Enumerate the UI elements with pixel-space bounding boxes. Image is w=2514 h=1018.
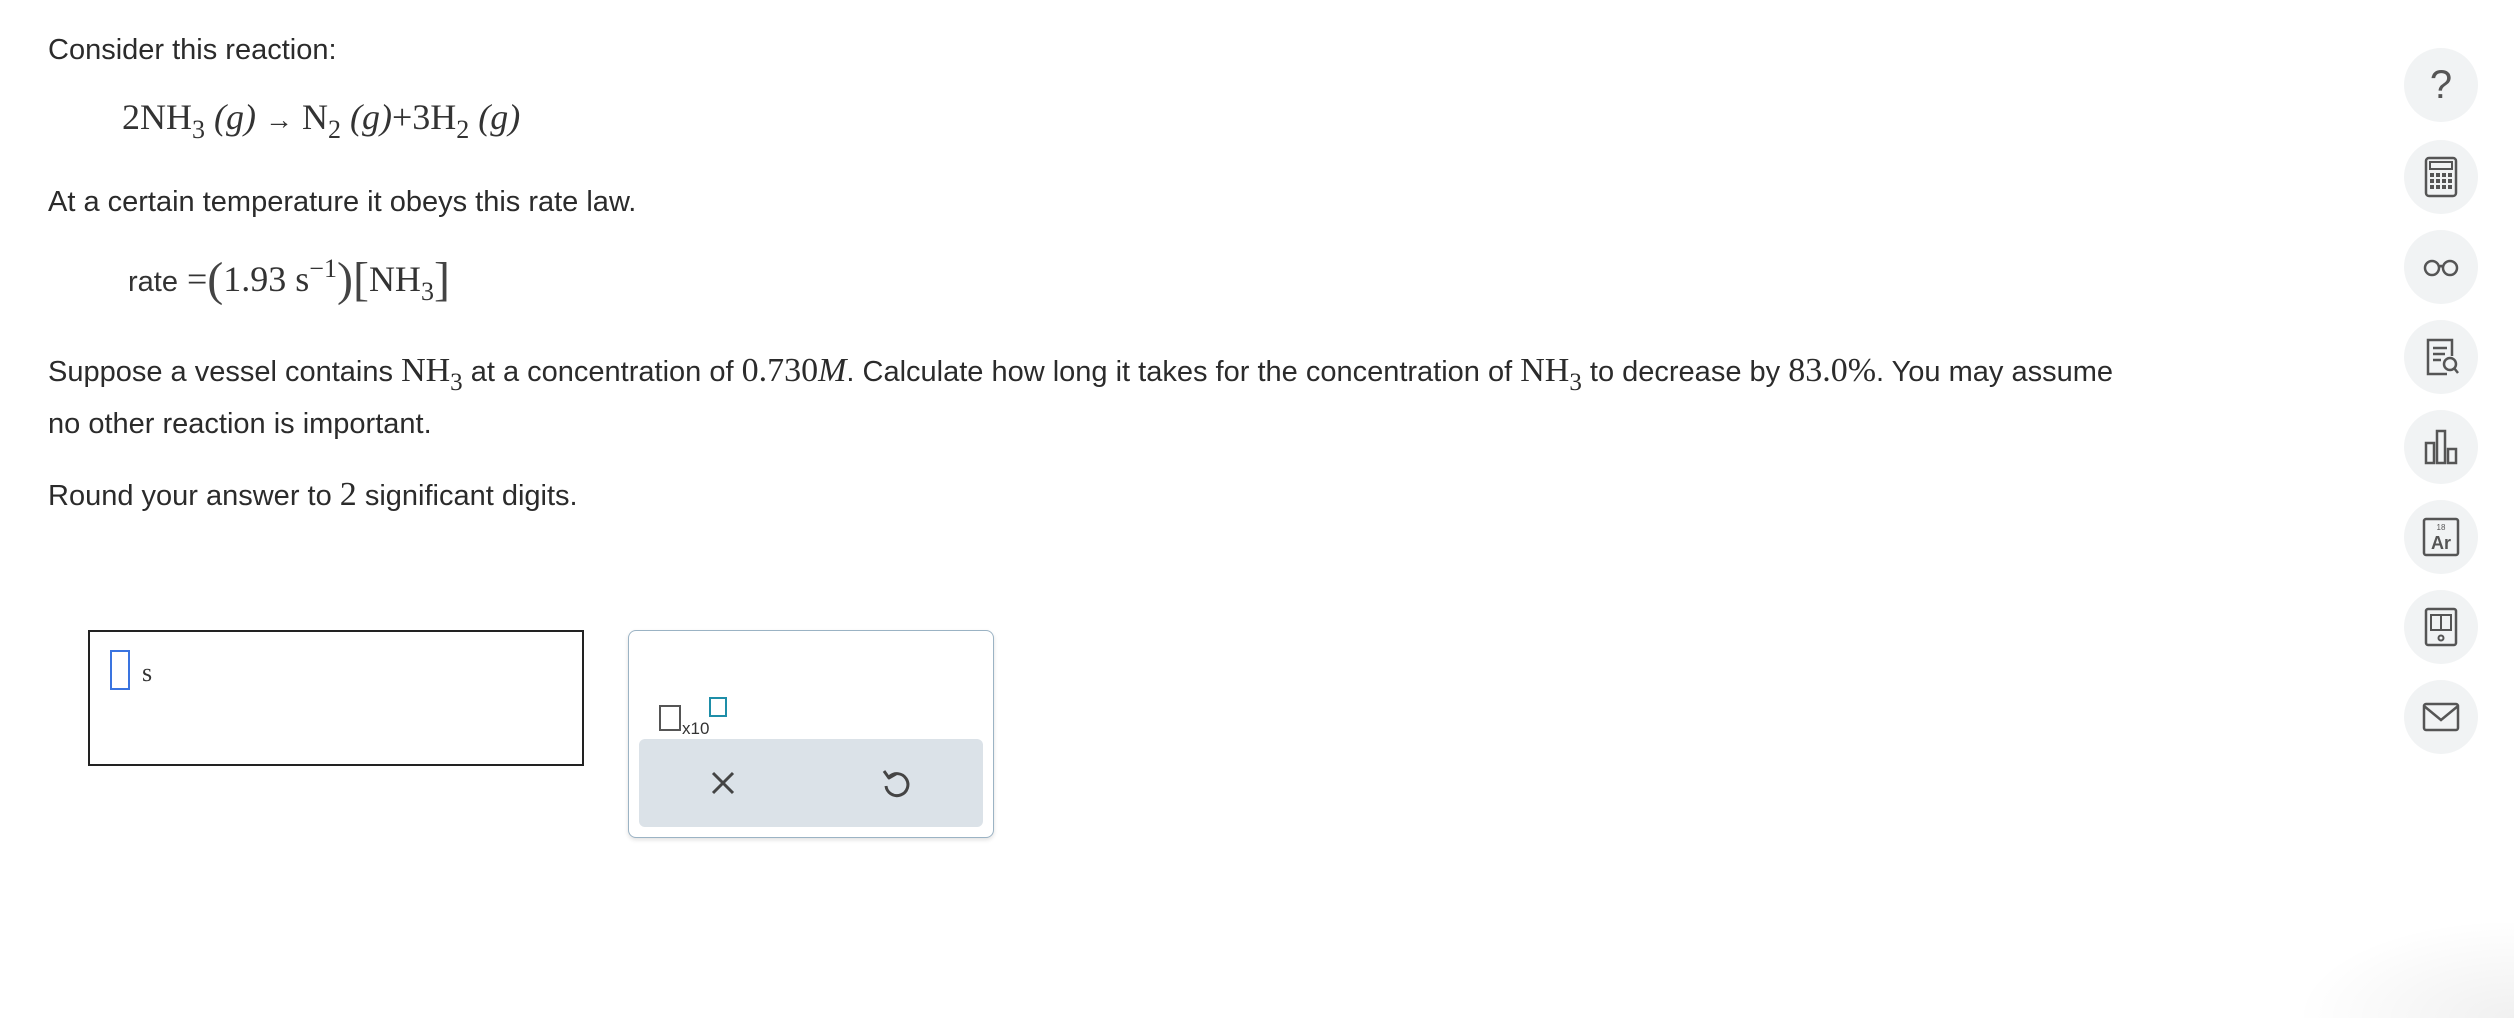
undo-button[interactable] (875, 761, 919, 805)
calculator-button[interactable] (2404, 140, 2478, 214)
tool-action-bar (639, 739, 983, 827)
reaction-equation: 2NH3 (g) → N2 (g)+3H2 (g) (122, 97, 521, 144)
mail-icon (2422, 702, 2460, 732)
glasses-icon (2423, 259, 2459, 277)
glasses-button[interactable] (2404, 230, 2478, 304)
report-icon (2426, 338, 2459, 376)
intro-text: Consider this reaction: (48, 34, 337, 66)
answer-unit: s (142, 658, 153, 687)
bar-chart-icon (2424, 429, 2458, 465)
rate-intro-text: At a certain temperature it obeys this r… (48, 186, 637, 218)
textbook-button[interactable] (2404, 590, 2478, 664)
svg-text:18: 18 (2437, 523, 2446, 532)
undo-icon (882, 770, 910, 798)
problem-text-line2: no other reaction is important. (48, 408, 432, 440)
answer-input-area[interactable]: s (88, 630, 584, 766)
corner-shadow (2294, 918, 2514, 1018)
scientific-notation-button[interactable]: x10 (659, 669, 739, 738)
round-instruction: Round your answer to 2 significant digit… (48, 476, 578, 513)
help-button[interactable]: ? (2404, 48, 2478, 122)
answer-input-field[interactable] (110, 650, 130, 690)
close-icon (711, 771, 735, 795)
math-tool-panel: x10 (628, 630, 994, 838)
svg-text:Ar: Ar (2431, 533, 2451, 553)
book-icon (2424, 607, 2458, 647)
exponent-box-icon (709, 697, 727, 717)
x10-label: x10 (682, 719, 710, 738)
clear-button[interactable] (701, 761, 745, 805)
calculator-icon (2424, 156, 2458, 198)
periodic-table-icon: 18 Ar (2422, 517, 2460, 557)
message-button[interactable] (2404, 680, 2478, 754)
periodic-table-button[interactable]: 18 Ar (2404, 500, 2478, 574)
problem-text-line1: Suppose a vessel contains NH3 at a conce… (48, 352, 2113, 396)
rate-law-equation: rate =(1.93 s−1)[NH3] (128, 253, 450, 306)
mantissa-box-icon (659, 705, 681, 731)
help-icon: ? (2429, 63, 2453, 107)
data-chart-button[interactable] (2404, 410, 2478, 484)
report-button[interactable] (2404, 320, 2478, 394)
